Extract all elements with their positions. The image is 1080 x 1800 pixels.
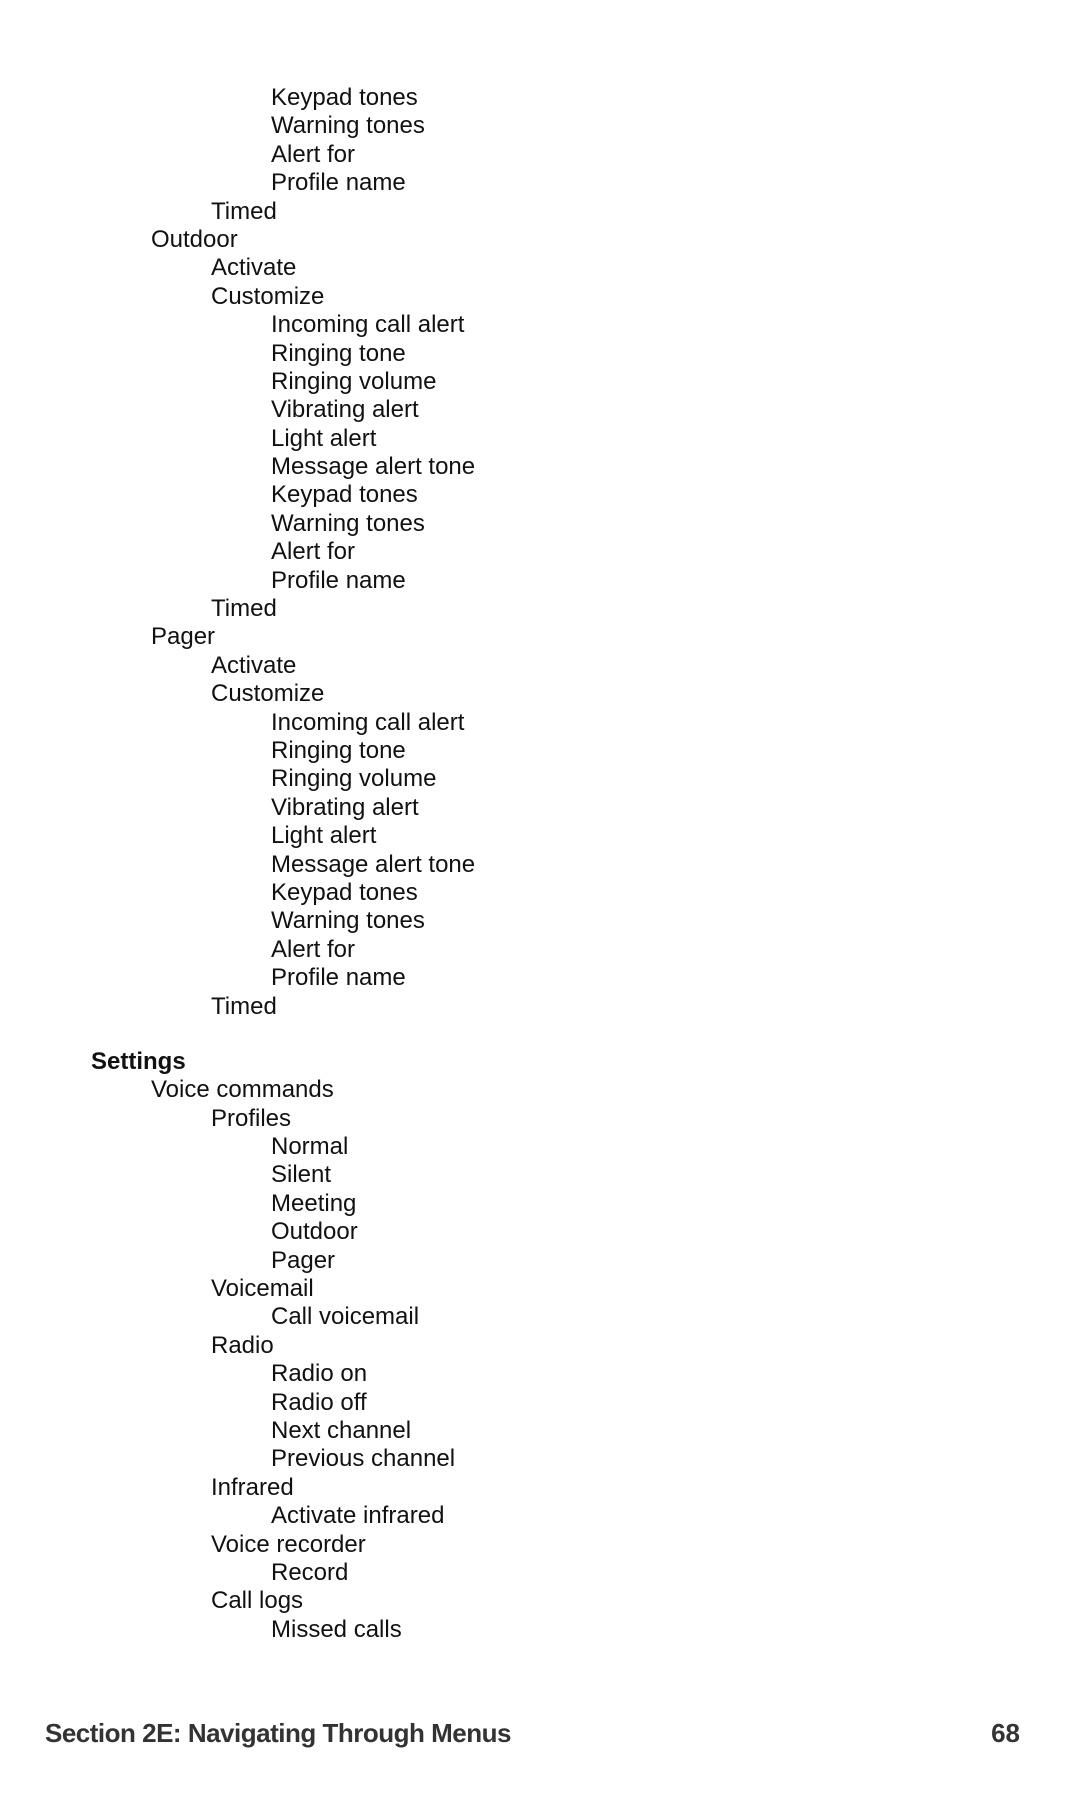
menu-item-level-1: Voice commands bbox=[151, 1076, 334, 1104]
menu-item-level-3: Profile name bbox=[271, 964, 406, 992]
menu-item-level-3: Light alert bbox=[271, 424, 377, 452]
menu-item-level-3: Vibrating alert bbox=[271, 396, 419, 424]
menu-item-level-3: Keypad tones bbox=[271, 481, 418, 509]
menu-item-level-3: Previous channel bbox=[271, 1445, 456, 1473]
menu-item-level-3: Ringing volume bbox=[271, 367, 437, 395]
page-footer: Section 2E: Navigating Through Menus 68 bbox=[45, 1716, 1020, 1750]
menu-item-level-3: Keypad tones bbox=[271, 84, 418, 111]
menu-item-level-3: Radio on bbox=[271, 1360, 368, 1388]
menu-item-level-3: Profile name bbox=[271, 169, 406, 197]
menu-item-level-3: Normal bbox=[271, 1133, 349, 1161]
menu-item-level-3: Message alert tone bbox=[271, 850, 476, 878]
menu-item-level-2: Timed bbox=[211, 197, 277, 225]
menu-item-level-3: Ringing tone bbox=[271, 339, 406, 367]
menu-item-level-2: Timed bbox=[211, 595, 277, 623]
menu-item-level-2: Voicemail bbox=[211, 1275, 314, 1303]
menu-item-level-2: Timed bbox=[211, 992, 277, 1020]
menu-item-level-2: Activate bbox=[211, 651, 297, 679]
menu-item-level-3: Incoming call alert bbox=[271, 311, 465, 339]
menu-outline: Keypad tones Warning tones Alert for Profil… bbox=[0, 84, 1080, 1644]
menu-group-settings: Settings Voice commands Profiles Normal Sile… bbox=[0, 1048, 1080, 1644]
footer-section-title: Section 2E: Navigating Through Menus bbox=[45, 1717, 511, 1748]
menu-item-level-2: Infrared bbox=[211, 1473, 294, 1501]
menu-group-profiles-continued: Keypad tones Warning tones Alert for Profil… bbox=[0, 84, 1080, 1021]
menu-item-level-3: Light alert bbox=[271, 822, 377, 850]
menu-item-level-3: Keypad tones bbox=[271, 878, 418, 906]
menu-item-level-3: Message alert tone bbox=[271, 453, 476, 481]
menu-item-level-3: Call voicemail bbox=[271, 1303, 420, 1331]
menu-item-level-1: Pager bbox=[151, 623, 216, 651]
menu-item-level-3: Alert for bbox=[271, 538, 356, 566]
menu-item-level-2: Activate bbox=[211, 254, 297, 282]
menu-item-level-3: Activate infrared bbox=[271, 1502, 445, 1530]
menu-item-level-2: Customize bbox=[211, 282, 325, 310]
menu-item-level-3: Alert for bbox=[271, 935, 356, 963]
menu-item-level-2: Profiles bbox=[211, 1104, 292, 1132]
menu-item-level-3: Missed calls bbox=[271, 1615, 402, 1643]
page-number: 68 bbox=[991, 1717, 1020, 1748]
menu-item-level-3: Alert for bbox=[271, 140, 356, 168]
menu-item-level-3: Incoming call alert bbox=[271, 708, 465, 736]
menu-item-level-3: Silent bbox=[271, 1161, 332, 1189]
menu-item-level-3: Ringing volume bbox=[271, 765, 437, 793]
menu-item-level-2: Customize bbox=[211, 680, 325, 708]
menu-item-level-3: Meeting bbox=[271, 1189, 357, 1217]
menu-item-level-3: Profile name bbox=[271, 566, 406, 594]
menu-item-level-3: Warning tones bbox=[271, 509, 425, 537]
menu-item-level-2: Radio bbox=[211, 1331, 274, 1359]
menu-item-level-3: Ringing tone bbox=[271, 736, 406, 764]
menu-item-level-3: Pager bbox=[271, 1246, 336, 1274]
menu-item-level-1: Outdoor bbox=[151, 225, 238, 253]
menu-item-level-3: Next channel bbox=[271, 1416, 412, 1444]
menu-item-level-3: Warning tones bbox=[271, 112, 425, 140]
menu-item-level-3: Warning tones bbox=[271, 907, 425, 935]
menu-item-level-3: Outdoor bbox=[271, 1218, 358, 1246]
menu-item-level-3: Vibrating alert bbox=[271, 793, 419, 821]
menu-item-level-2: Voice recorder bbox=[211, 1530, 366, 1558]
menu-heading: Settings bbox=[91, 1047, 186, 1075]
menu-item-level-3: Record bbox=[271, 1558, 349, 1586]
menu-item-level-3: Radio off bbox=[271, 1388, 367, 1416]
menu-item-level-2: Call logs bbox=[211, 1587, 304, 1615]
